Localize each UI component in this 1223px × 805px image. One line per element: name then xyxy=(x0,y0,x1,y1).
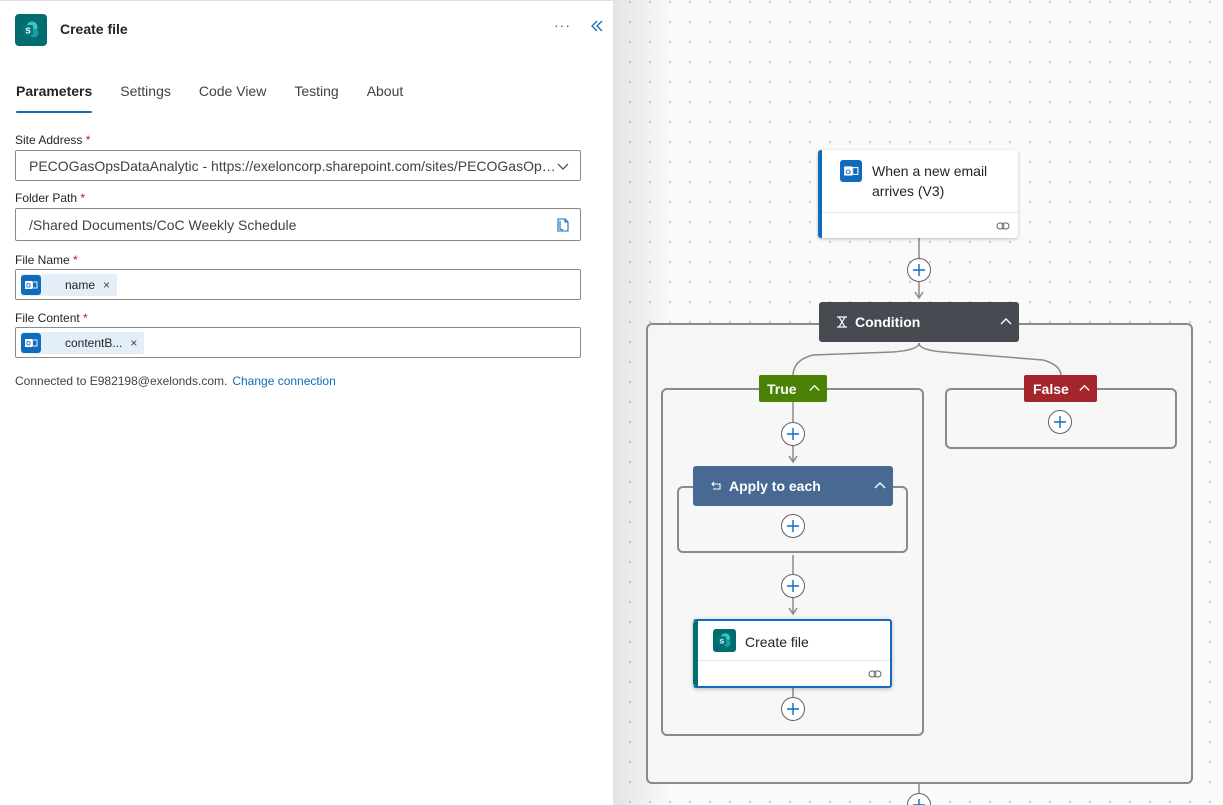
add-step-button[interactable] xyxy=(781,697,805,721)
required-marker: * xyxy=(85,133,91,147)
plus-icon xyxy=(1054,416,1066,428)
add-step-button[interactable] xyxy=(907,258,931,282)
condition-label: Condition xyxy=(855,314,921,330)
tab-testing[interactable]: Testing xyxy=(294,83,338,113)
outlook-icon: O xyxy=(21,332,41,353)
link-icon xyxy=(868,670,882,678)
connection-info: Connected to E982198@exelonds.com. Change… xyxy=(15,374,336,388)
folder-path-label: Folder Path * xyxy=(15,191,85,205)
file-name-label: File Name * xyxy=(15,253,78,267)
plus-icon xyxy=(787,520,799,532)
tab-parameters[interactable]: Parameters xyxy=(16,83,93,113)
outlook-icon: O xyxy=(840,160,862,182)
folder-path-label-text: Folder Path xyxy=(15,191,78,205)
svg-text:O: O xyxy=(845,169,851,176)
plus-icon xyxy=(787,703,799,715)
svg-text:S: S xyxy=(25,27,31,36)
collapse-panel-icon[interactable] xyxy=(589,18,605,34)
apply-to-each-header[interactable]: Apply to each xyxy=(693,466,893,506)
panel-tabs: Parameters Settings Code View Testing Ab… xyxy=(16,83,431,113)
file-content-token[interactable]: O contentB... × xyxy=(21,331,145,354)
tab-code-view[interactable]: Code View xyxy=(199,83,266,113)
remove-token-button[interactable]: × xyxy=(103,278,117,292)
more-options-button[interactable]: ··· xyxy=(554,17,571,33)
file-name-token-label: name xyxy=(65,277,96,292)
add-step-button[interactable] xyxy=(781,574,805,598)
card-footer xyxy=(822,212,1018,238)
apply-to-each-label: Apply to each xyxy=(729,478,821,494)
file-content-token-label: contentB... xyxy=(65,335,123,350)
create-file-card[interactable]: S Create file xyxy=(693,619,892,688)
file-name-label-text: File Name xyxy=(15,253,70,267)
chevron-up-icon[interactable] xyxy=(873,479,887,493)
panel-title: Create file xyxy=(60,21,128,37)
loop-icon xyxy=(711,481,721,490)
trigger-title-line1: When a new email xyxy=(872,163,988,179)
add-action-loop-button[interactable] xyxy=(781,514,805,538)
sharepoint-icon: S xyxy=(15,14,47,46)
folder-path-value: /Shared Documents/CoC Weekly Schedule xyxy=(29,216,297,233)
remove-token-button[interactable]: × xyxy=(130,336,144,350)
file-content-label: File Content * xyxy=(15,311,88,325)
chevron-up-icon[interactable] xyxy=(808,382,821,395)
flow-designer-canvas[interactable]: O When a new email arrives (V3) Conditio… xyxy=(613,0,1223,805)
chevron-up-icon[interactable] xyxy=(1078,382,1091,395)
add-step-button[interactable] xyxy=(907,793,931,805)
trigger-title-line2: arrives (V3) xyxy=(872,183,945,199)
plus-icon xyxy=(913,799,925,805)
connection-text: Connected to E982198@exelonds.com. xyxy=(15,374,228,388)
condition-header[interactable]: Condition xyxy=(819,302,1019,342)
site-address-dropdown[interactable]: PECOGasOpsDataAnalytic - https://exelonc… xyxy=(15,150,581,181)
plus-icon xyxy=(913,264,925,276)
add-action-false-button[interactable] xyxy=(1048,410,1072,434)
svg-text:O: O xyxy=(26,283,31,289)
file-name-token[interactable]: O name × xyxy=(21,273,118,296)
trigger-title: When a new email arrives (V3) xyxy=(872,161,987,201)
sharepoint-icon: S xyxy=(713,629,736,652)
site-address-label-text: Site Address xyxy=(15,133,83,147)
svg-text:O: O xyxy=(26,341,31,347)
tab-settings[interactable]: Settings xyxy=(120,83,171,113)
change-connection-link[interactable]: Change connection xyxy=(232,374,335,388)
true-label: True xyxy=(767,380,797,397)
trigger-card-new-email[interactable]: O When a new email arrives (V3) xyxy=(818,150,1018,238)
site-address-value: PECOGasOpsDataAnalytic - https://exelonc… xyxy=(29,157,556,174)
action-details-panel: S Create file ··· Parameters Settings Co… xyxy=(0,0,613,805)
site-address-label: Site Address * xyxy=(15,133,90,147)
file-name-input[interactable]: O name × xyxy=(15,269,581,300)
required-marker: * xyxy=(80,191,86,205)
required-marker: * xyxy=(83,311,88,325)
folder-picker-icon[interactable] xyxy=(555,217,571,233)
true-branch-header[interactable]: True xyxy=(759,375,827,402)
chevron-up-icon[interactable] xyxy=(999,315,1013,329)
chevron-down-icon xyxy=(557,163,569,170)
plus-icon xyxy=(787,580,799,592)
condition-icon xyxy=(837,316,847,328)
link-icon xyxy=(996,222,1010,230)
card-footer xyxy=(698,660,890,686)
folder-path-input[interactable]: /Shared Documents/CoC Weekly Schedule xyxy=(15,208,581,241)
svg-text:S: S xyxy=(720,638,725,645)
plus-icon xyxy=(787,428,799,440)
outlook-icon: O xyxy=(21,274,41,295)
false-label: False xyxy=(1033,380,1069,397)
required-marker: * xyxy=(73,253,78,267)
tab-about[interactable]: About xyxy=(367,83,404,113)
file-content-input[interactable]: O contentB... × xyxy=(15,327,581,358)
create-file-title: Create file xyxy=(745,634,809,650)
file-content-label-text: File Content xyxy=(15,311,80,325)
false-branch-header[interactable]: False xyxy=(1024,375,1097,402)
add-action-true-button[interactable] xyxy=(781,422,805,446)
